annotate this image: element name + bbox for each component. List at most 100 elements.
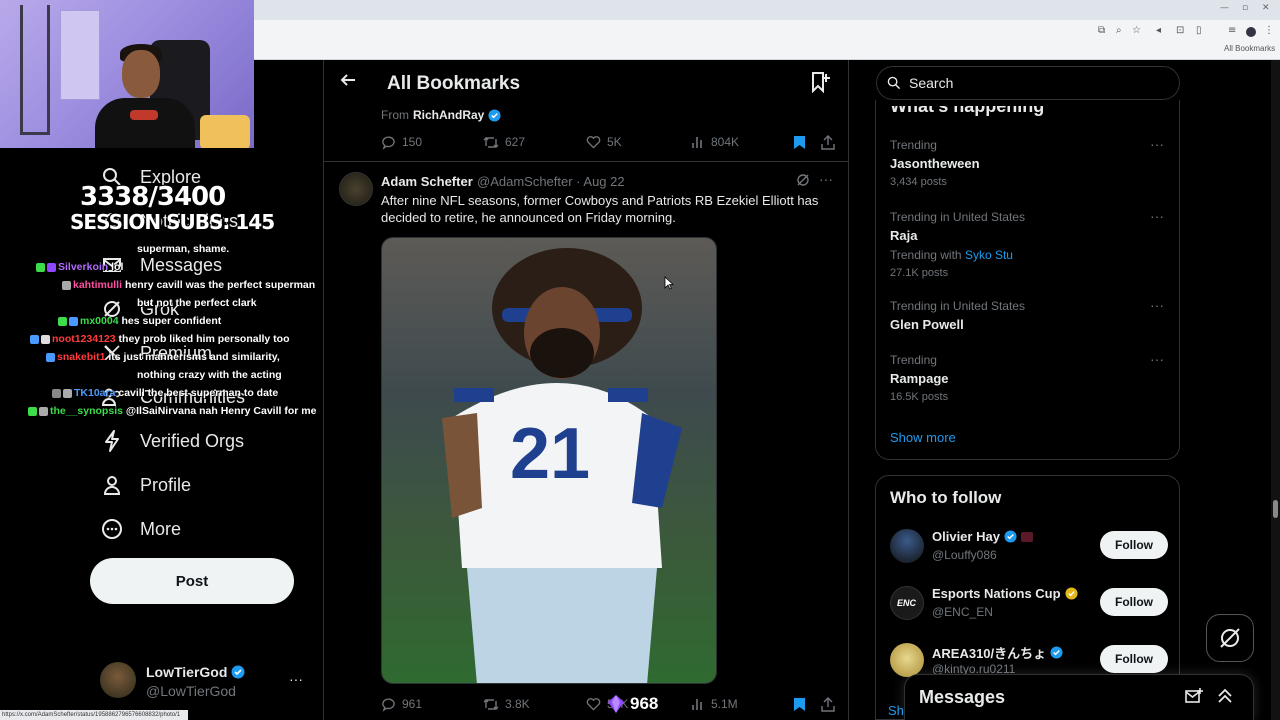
follow-button[interactable]: Follow — [1100, 531, 1168, 559]
browser-titlebar: — ▫ ✕ — [254, 0, 1280, 20]
avatar[interactable]: ENC — [890, 586, 924, 620]
trend-with-link[interactable]: Syko Stu — [965, 248, 1013, 262]
share-icon — [821, 134, 835, 150]
back-arrow-icon[interactable] — [340, 72, 356, 93]
zoom-icon[interactable]: ⌕ — [1116, 25, 1122, 36]
page-title: All Bookmarks — [387, 73, 521, 94]
views-button[interactable]: 5.1M — [691, 697, 738, 711]
account-handle: @LowTierGod — [146, 683, 236, 699]
sidebar-panel-icon[interactable]: ▯ — [1196, 25, 1202, 36]
sidebar-item-label: More — [140, 518, 182, 539]
tweet-photo[interactable]: 21 — [381, 237, 717, 684]
profile-avatar-icon[interactable] — [1246, 27, 1256, 37]
bits-alert: 968 — [606, 694, 658, 714]
gold-verified-badge-icon — [1065, 587, 1078, 600]
tab-search-icon[interactable]: ≡ — [1228, 25, 1236, 36]
tweet-actions: 150 627 5K 804K — [381, 134, 841, 150]
bookmarks-bar-folder[interactable]: All Bookmarks — [1224, 44, 1275, 53]
affiliate-badge-icon — [1020, 531, 1033, 542]
account-more-icon[interactable]: ··· — [289, 671, 303, 687]
session-subs-counter: SESSION SUBS: 145 — [70, 210, 275, 234]
share-icon — [821, 696, 835, 712]
new-message-icon[interactable] — [1185, 688, 1203, 704]
screenshot-icon[interactable]: ⧉ — [1098, 25, 1105, 36]
repost-button[interactable]: 3.8K — [483, 697, 530, 712]
avatar[interactable] — [890, 643, 924, 677]
tweet-more-icon[interactable]: ··· — [819, 171, 833, 187]
chat-message: superman, shame. — [137, 243, 230, 255]
avatar[interactable] — [890, 529, 924, 563]
scrollbar-thumb[interactable] — [1273, 500, 1278, 518]
lightning-icon — [100, 429, 124, 453]
verified-badge-icon — [1050, 646, 1063, 659]
chat-message: TK10ara cavill the best superman to date — [52, 387, 278, 399]
webcam-overlay — [0, 0, 254, 148]
sidebar-item-more[interactable]: More — [100, 513, 181, 545]
browser-toolbar — [254, 20, 1280, 60]
trend-more-icon[interactable]: ··· — [1150, 297, 1164, 313]
tweet-divider — [324, 161, 848, 162]
reply-button[interactable]: 961 — [381, 697, 422, 712]
sidebar-item-label: Profile — [140, 474, 192, 495]
tweet-author-avatar[interactable] — [339, 172, 373, 206]
grok-explain-icon[interactable] — [796, 173, 810, 192]
tweet-author-handle[interactable]: @AdamSchefter · Aug 22 — [477, 174, 625, 189]
chat-message: snakebit1 its just mannerisms and simila… — [46, 351, 280, 363]
share-button[interactable] — [821, 696, 835, 712]
trend-item[interactable]: Trending in United States Glen Powell ··… — [890, 297, 1170, 332]
source-user-link[interactable]: RichAndRay — [413, 108, 484, 122]
like-button[interactable]: 5K — [586, 135, 622, 149]
bits-gem-icon — [608, 695, 624, 713]
repost-icon — [483, 136, 499, 148]
views-button[interactable]: 804K — [691, 135, 739, 149]
bookmark-button[interactable] — [793, 697, 806, 712]
trend-item[interactable]: Trending Rampage 16.5K posts ··· — [890, 351, 1170, 403]
add-to-folder-icon[interactable] — [809, 71, 831, 98]
minimize-icon[interactable]: — — [1220, 3, 1229, 13]
trend-more-icon[interactable]: ··· — [1150, 136, 1164, 152]
enc-logo-icon: ENC — [897, 598, 917, 608]
reply-icon — [382, 698, 395, 712]
tweet-author-name[interactable]: Adam Schefter — [381, 174, 473, 189]
search-input[interactable] — [909, 75, 1149, 91]
reply-button[interactable]: 150 — [381, 135, 422, 150]
bookmark-star-icon[interactable]: ☆ — [1132, 25, 1141, 36]
person-icon — [100, 473, 124, 497]
follow-button[interactable]: Follow — [1100, 588, 1168, 616]
messages-drawer[interactable]: Messages — [904, 674, 1254, 720]
share-button[interactable] — [821, 134, 835, 150]
heart-icon — [586, 698, 601, 711]
verified-badge-icon — [1004, 530, 1017, 543]
sidebar-item-profile[interactable]: Profile — [100, 469, 191, 501]
trend-more-icon[interactable]: ··· — [1150, 208, 1164, 224]
page-scrollbar[interactable] — [1271, 60, 1280, 720]
browser-menu-icon[interactable]: ⋮ — [1264, 25, 1274, 36]
follow-suggestion[interactable]: Olivier Hay @Louffy086 Follow — [890, 529, 1170, 569]
chat-message: but not the perfect clark — [137, 297, 257, 309]
trend-item[interactable]: Trending Jasontheween 3,434 posts ··· — [890, 136, 1170, 188]
post-button[interactable]: Post — [90, 558, 294, 604]
show-more-link-partial[interactable]: Sh — [888, 703, 904, 718]
mute-tab-icon[interactable]: ◂ — [1156, 25, 1161, 36]
close-window-icon[interactable]: ✕ — [1262, 3, 1270, 13]
expand-drawer-icon[interactable] — [1217, 688, 1233, 704]
follow-button[interactable]: Follow — [1100, 645, 1168, 673]
bookmark-button[interactable] — [793, 135, 806, 150]
chat-message: the__synopsis @IlSaiNirvana nah Henry Ca… — [28, 405, 316, 417]
verified-badge-icon — [488, 108, 501, 122]
sidebar-item-verified-orgs[interactable]: Verified Orgs — [100, 425, 244, 457]
chat-message: Silverkoin lol — [36, 261, 123, 273]
trend-item[interactable]: Trending in United States Raja Trending … — [890, 208, 1170, 279]
account-name[interactable]: LowTierGod — [146, 664, 245, 680]
repost-button[interactable]: 627 — [483, 135, 525, 150]
trend-more-icon[interactable]: ··· — [1150, 351, 1164, 367]
heart-icon — [586, 136, 601, 149]
show-more-link[interactable]: Show more — [890, 430, 956, 445]
grok-floating-button[interactable] — [1206, 614, 1254, 662]
extensions-icon[interactable]: ⊡ — [1176, 25, 1184, 36]
restore-icon[interactable]: ▫ — [1242, 3, 1248, 13]
sidebar-item-label: Messages — [140, 254, 223, 275]
search-box[interactable] — [876, 66, 1180, 100]
account-avatar[interactable] — [100, 662, 136, 698]
follow-suggestion[interactable]: ENC Esports Nations Cup @ENC_EN Follow — [890, 586, 1170, 626]
